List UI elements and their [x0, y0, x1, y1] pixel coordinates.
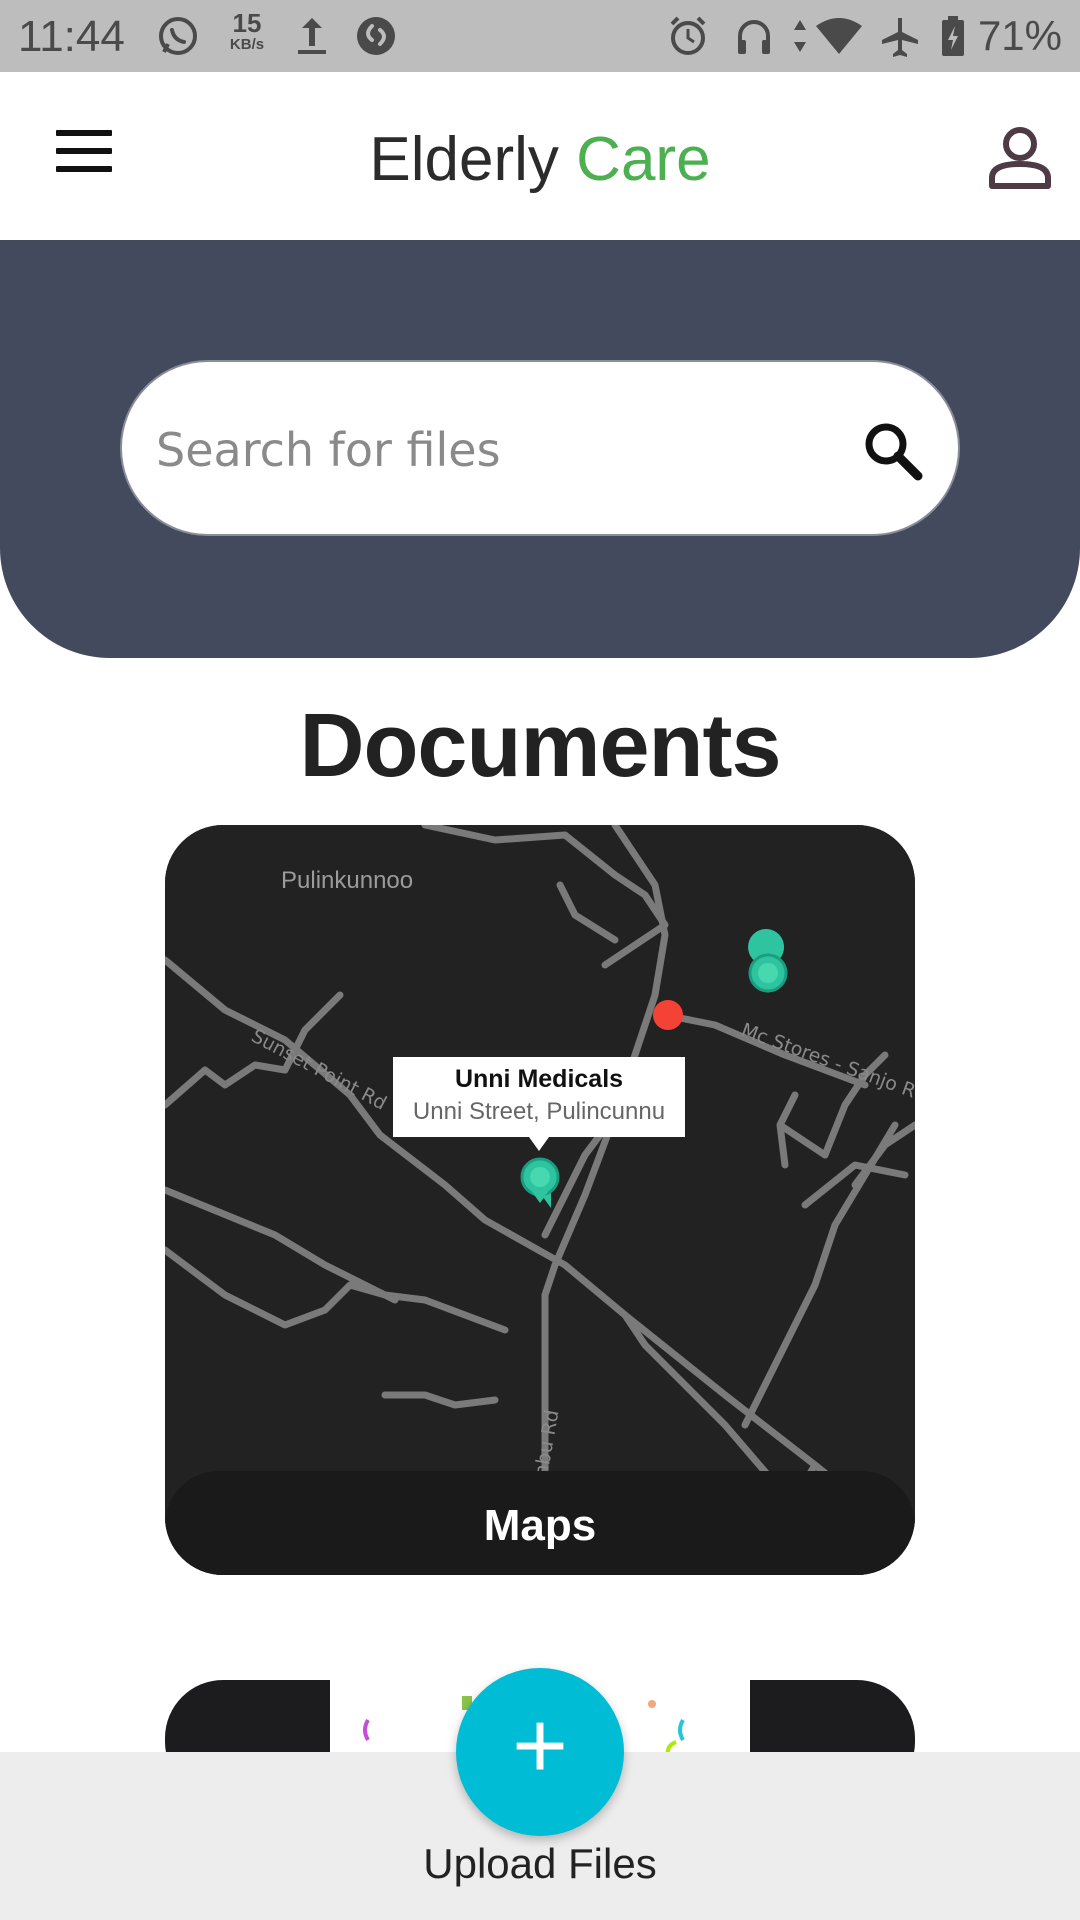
shazam-icon — [357, 17, 395, 55]
map-image: Sunset Point Rd Mc Stores - Sanjo Rd Man… — [165, 825, 915, 1575]
headset-icon — [738, 20, 770, 54]
plus-icon: + — [511, 1692, 569, 1799]
net-speed: 15 KB/s — [229, 8, 265, 53]
battery-icon — [942, 16, 964, 56]
pharmacy-marker-icon[interactable] — [748, 929, 788, 993]
upload-fab-button[interactable]: + — [456, 1668, 624, 1836]
app-title-main: Elderly — [369, 125, 577, 194]
app-title-accent: Care — [576, 125, 711, 194]
marker-address: Unni Street, Pulincunnu — [412, 1098, 666, 1125]
search-bar — [120, 360, 960, 536]
alarm-icon — [670, 16, 706, 55]
whatsapp-icon — [159, 17, 197, 55]
airplane-icon — [882, 18, 918, 57]
section-title: Documents — [299, 696, 781, 796]
data-arrows-icon — [794, 20, 806, 52]
search-input[interactable] — [156, 402, 796, 498]
app-title: Elderly Care — [0, 124, 1080, 195]
maps-card[interactable]: Sunset Point Rd Mc Stores - Sanjo Rd Man… — [165, 825, 915, 1575]
upload-files-label[interactable]: Upload Files — [0, 1840, 1080, 1888]
upload-icon — [298, 18, 326, 54]
battery-percent: 71% — [977, 12, 1062, 59]
search-icon[interactable] — [858, 416, 928, 486]
status-time: 11:44 — [18, 12, 125, 61]
current-location-dot[interactable] — [653, 1000, 683, 1030]
wifi-icon — [816, 18, 862, 54]
marker-info-window[interactable]: Unni Medicals Unni Street, Pulincunnu — [393, 1057, 685, 1151]
status-bar: 11:44 15 KB/s 71% — [0, 0, 1080, 72]
map-town-label: Pulinkunnoo — [281, 867, 414, 894]
app-bar: Elderly Care — [0, 72, 1080, 240]
hero-banner — [0, 240, 1080, 658]
profile-icon[interactable] — [984, 120, 1056, 192]
marker-name: Unni Medicals — [454, 1065, 624, 1093]
maps-card-label: Maps — [483, 1501, 597, 1550]
